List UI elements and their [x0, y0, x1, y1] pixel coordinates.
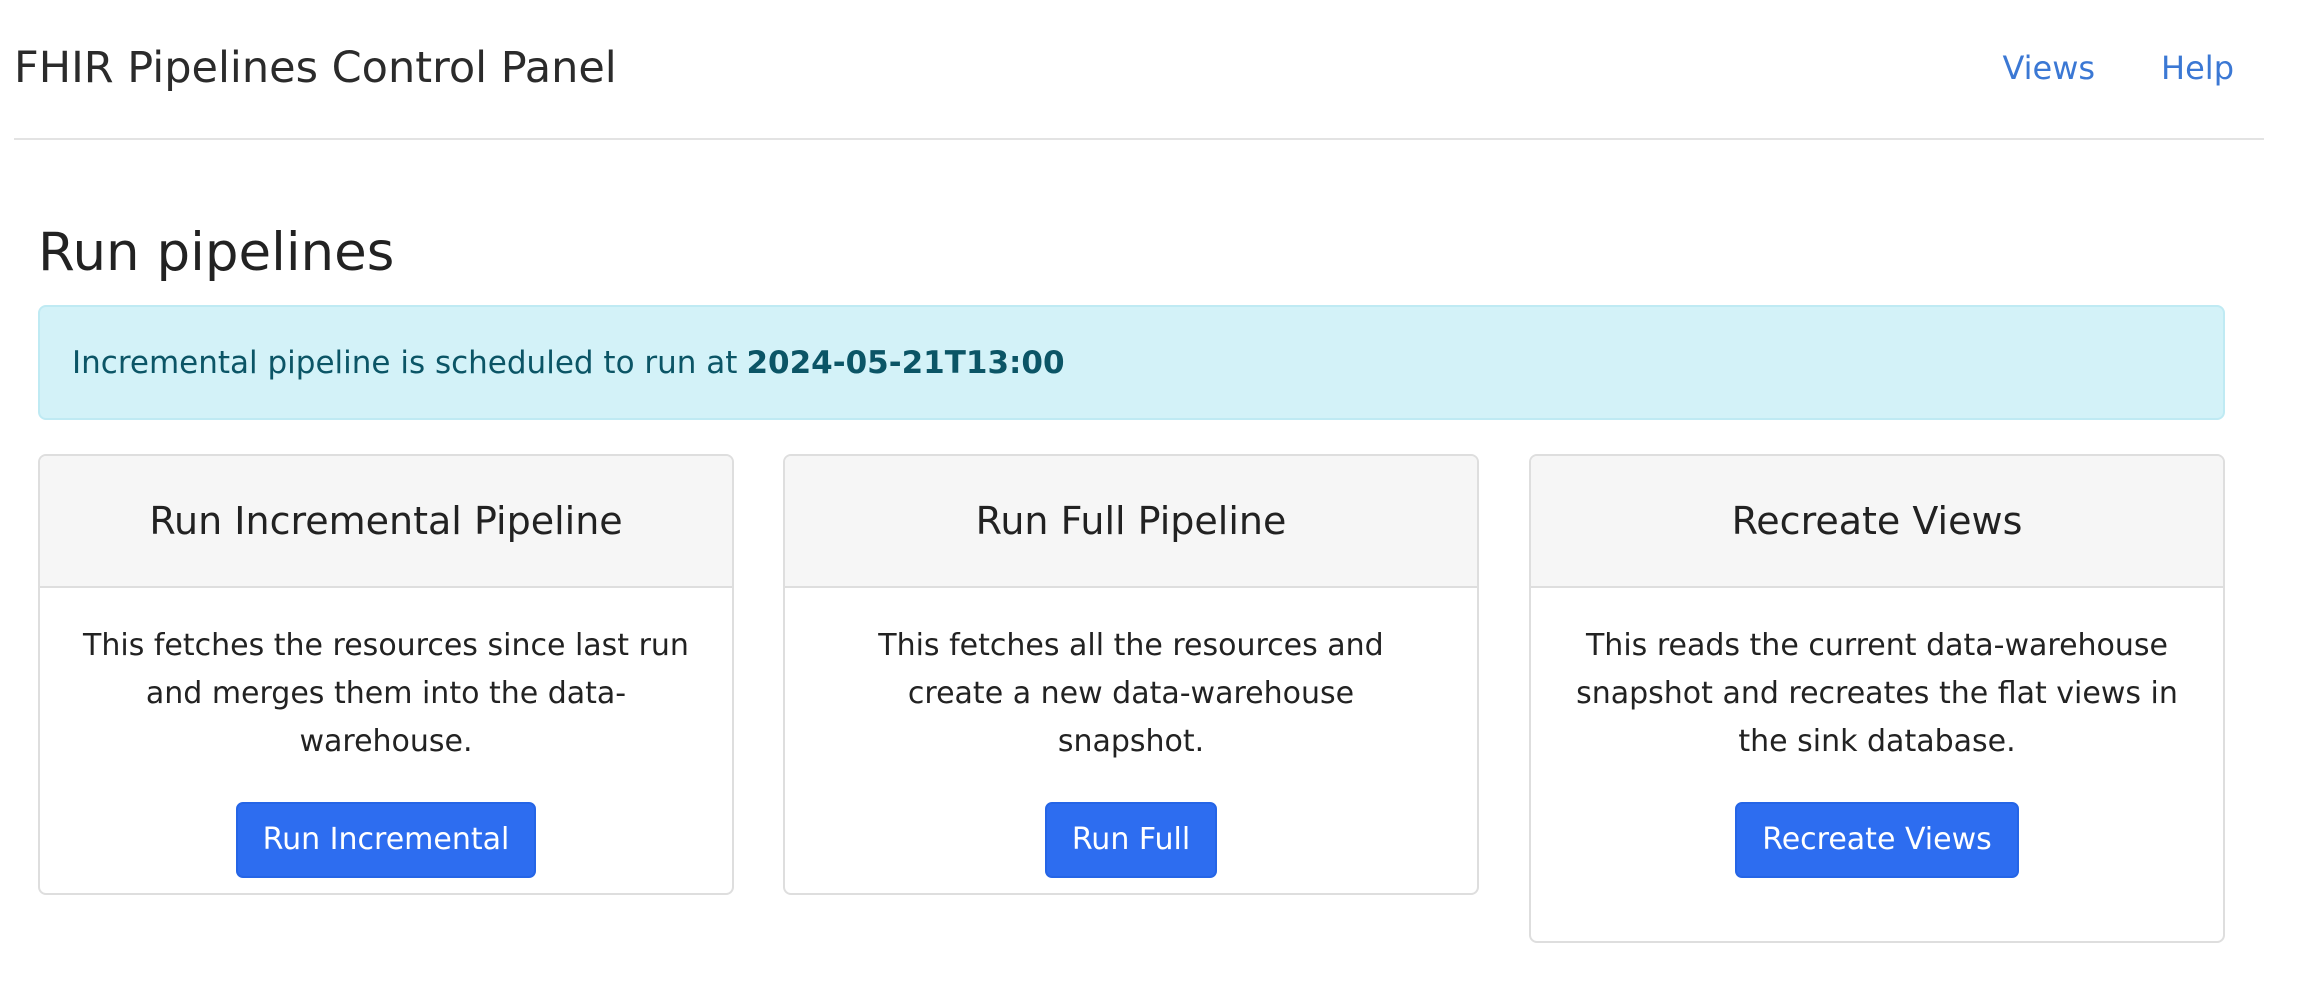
card-recreate-views: Recreate Views This reads the current da… — [1529, 454, 2225, 943]
recreate-views-button[interactable]: Recreate Views — [1735, 802, 2019, 878]
schedule-alert: Incremental pipeline is scheduled to run… — [38, 305, 2225, 420]
card-description-run-incremental: This fetches the resources since last ru… — [83, 628, 689, 759]
card-header-recreate-views: Recreate Views — [1531, 456, 2223, 588]
run-incremental-button[interactable]: Run Incremental — [235, 802, 537, 878]
card-run-full: Run Full Pipeline This fetches all the r… — [783, 454, 1479, 895]
card-body-run-incremental: This fetches the resources since last ru… — [40, 588, 732, 893]
nav-link-help[interactable]: Help — [2161, 44, 2234, 92]
nav-link-views[interactable]: Views — [2002, 44, 2095, 92]
card-body-run-full: This fetches all the resources and creat… — [785, 588, 1477, 893]
page-title: Run pipelines — [38, 222, 395, 283]
app-brand[interactable]: FHIR Pipelines Control Panel — [14, 40, 617, 96]
schedule-datetime: 2024-05-21T13:00 — [746, 344, 1065, 381]
card-description-run-full: This fetches all the resources and creat… — [878, 628, 1384, 759]
schedule-alert-text: Incremental pipeline is scheduled to run… — [72, 344, 738, 381]
card-description-recreate-views: This reads the current data-warehouse sn… — [1576, 628, 2178, 759]
top-navbar: FHIR Pipelines Control Panel Views Help — [14, 0, 2264, 140]
card-body-recreate-views: This reads the current data-warehouse sn… — [1531, 588, 2223, 930]
run-full-button[interactable]: Run Full — [1044, 802, 1218, 878]
card-header-run-incremental: Run Incremental Pipeline — [40, 456, 732, 588]
card-header-run-full: Run Full Pipeline — [785, 456, 1477, 588]
nav-links: Views Help — [2002, 44, 2234, 92]
card-run-incremental: Run Incremental Pipeline This fetches th… — [38, 454, 734, 895]
